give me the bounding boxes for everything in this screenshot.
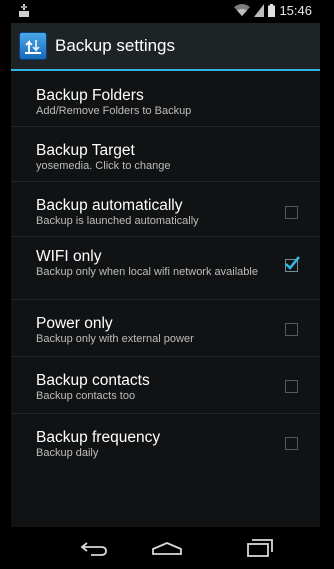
settings-list: Backup Folders Add/Remove Folders to Bac… [11,71,320,471]
back-icon [80,542,107,556]
recents-icon [247,539,273,557]
page-title: Backup settings [55,36,176,55]
setting-title: Power only [36,315,113,332]
wifi-only-checkbox[interactable] [285,256,300,272]
setting-title: Backup contacts [36,372,150,389]
setting-title: Backup automatically [36,197,183,214]
home-icon [152,542,182,555]
setting-backup-folders[interactable]: Backup Folders Add/Remove Folders to Bac… [11,71,320,127]
setting-title: Backup frequency [36,429,161,446]
setting-backup-target[interactable]: Backup Target yosemedia. Click to change [11,127,320,182]
backup-frequency-checkbox[interactable] [285,437,298,450]
setting-summary: Backup daily [36,447,99,459]
signal-icon [254,4,265,17]
home-button[interactable] [144,527,190,569]
download-notification-icon [19,4,29,17]
navigation-bar [11,527,320,569]
setting-backup-automatically[interactable]: Backup automatically Backup is launched … [11,182,320,237]
backup-automatically-checkbox[interactable] [285,206,298,219]
device-screen: 15:46 Backup settings Backup Folders Add… [11,0,320,569]
power-only-checkbox[interactable] [285,323,298,336]
wifi-icon [234,4,251,16]
setting-summary: Backup only with external power [36,333,194,345]
setting-wifi-only[interactable]: WIFI only Backup only when local wifi ne… [11,237,320,300]
setting-backup-frequency[interactable]: Backup frequency Backup daily [11,414,320,471]
setting-title: WIFI only [36,248,102,265]
setting-title: Backup Target [36,142,135,159]
backup-app-icon[interactable] [19,32,47,60]
setting-summary: yosemedia. Click to change [36,160,171,172]
status-bar: 15:46 [11,0,320,23]
backup-arrows-icon [25,39,41,54]
backup-contacts-checkbox[interactable] [285,380,298,393]
battery-icon [268,4,276,17]
setting-power-only[interactable]: Power only Backup only with external pow… [11,300,320,357]
setting-summary: Backup only when local wifi network avai… [36,266,258,278]
status-time: 15:46 [279,3,312,18]
setting-summary: Add/Remove Folders to Backup [36,105,192,117]
setting-backup-contacts[interactable]: Backup contacts Backup contacts too [11,357,320,414]
recents-button[interactable] [238,527,282,569]
setting-title: Backup Folders [36,87,144,104]
checkmark-icon [285,256,300,270]
setting-summary: Backup contacts too [36,390,136,402]
back-button[interactable] [69,527,119,569]
setting-summary: Backup is launched automatically [36,215,199,227]
action-bar: Backup settings [11,23,320,71]
